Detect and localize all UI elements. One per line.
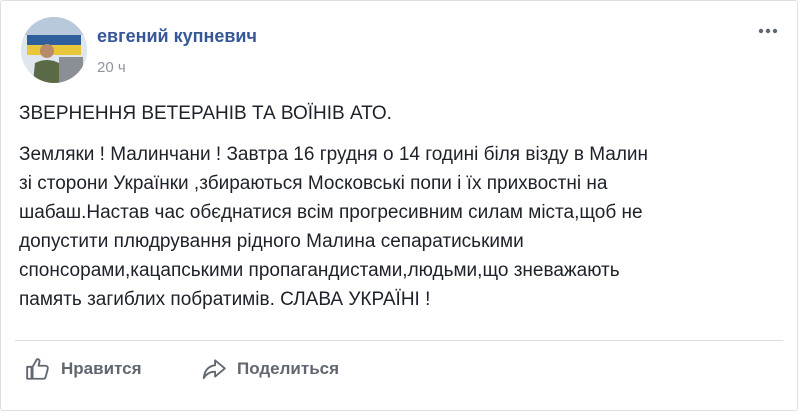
post-line-3: шабаш.Настав час обєднатися всім прогрес… xyxy=(19,202,643,223)
post-line-2: зі сторони Українки ,збираються Московсь… xyxy=(19,173,608,194)
facebook-post: евгений купневич 20 ч ЗВЕРНЕННЯ ВЕТЕРАНІ… xyxy=(0,0,798,411)
avatar[interactable] xyxy=(21,17,87,83)
post-timestamp[interactable]: 20 ч xyxy=(97,59,126,76)
thumbs-up-icon xyxy=(23,354,53,384)
like-label: Нравится xyxy=(61,359,142,378)
post-header: евгений купневич 20 ч xyxy=(15,15,783,87)
post-line-5: спонсорами,кацапськими пропагандистами,л… xyxy=(19,260,620,281)
share-button[interactable]: Поделиться xyxy=(199,349,339,389)
post-line-6: память загиблих побратимів. СЛАВА УКРАЇН… xyxy=(19,289,431,310)
author-name[interactable]: евгений купневич xyxy=(97,26,257,47)
post-line-1: Земляки ! Малинчани ! Завтра 16 грудня о… xyxy=(19,144,649,165)
share-label: Поделиться xyxy=(237,359,340,378)
avatar-image xyxy=(21,17,87,83)
post-title: ЗВЕРНЕННЯ ВЕТЕРАНІВ ТА ВОЇНІВ АТО. xyxy=(19,103,392,124)
actions-divider xyxy=(15,340,783,341)
share-arrow-icon xyxy=(199,354,229,384)
post-line-4: допустити плюдрування рідного Малина сеп… xyxy=(19,231,524,252)
like-button[interactable]: Нравится xyxy=(23,349,142,389)
post-content: ЗВЕРНЕННЯ ВЕТЕРАНІВ ТА ВОЇНІВ АТО. Земля… xyxy=(19,99,777,314)
more-options-icon[interactable] xyxy=(755,21,781,41)
